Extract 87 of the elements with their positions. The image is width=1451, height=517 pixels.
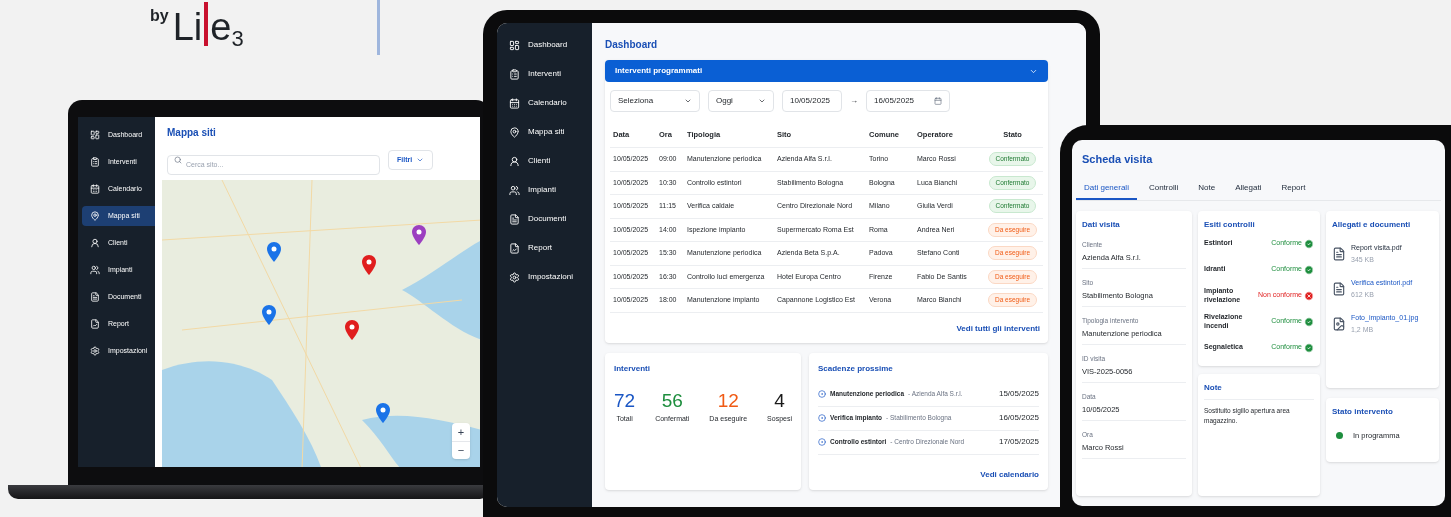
logo-text: e xyxy=(210,8,232,46)
document-icon xyxy=(1332,282,1346,296)
period-dropdown[interactable]: Oggi xyxy=(708,90,774,112)
deadline-date: 15/05/2025 xyxy=(998,388,1039,400)
chevron-down-icon xyxy=(416,156,425,164)
x-circle-icon xyxy=(1304,290,1314,301)
stat-value: 72 xyxy=(614,390,636,410)
card-title: Interventi xyxy=(614,362,651,375)
report-icon xyxy=(509,242,520,254)
end-date-field[interactable]: 16/05/2025 xyxy=(866,90,950,112)
check-circle-icon xyxy=(1304,342,1314,353)
search-icon xyxy=(174,156,182,164)
map-pin-icon[interactable] xyxy=(262,305,276,325)
user-icon xyxy=(509,155,520,167)
target-icon xyxy=(818,390,826,398)
page-title: Scheda visita xyxy=(1082,152,1154,167)
document-icon xyxy=(509,213,520,225)
stat-value: 4 xyxy=(774,390,785,410)
card-title: Note xyxy=(1204,381,1314,400)
card-title: Dati visita xyxy=(1082,218,1121,231)
page-title: Mappa siti xyxy=(167,126,217,140)
map-pin-icon xyxy=(90,211,100,221)
users-icon xyxy=(509,184,520,196)
start-date-field[interactable]: 10/05/2025 xyxy=(782,90,842,112)
user-icon xyxy=(90,238,100,248)
clipboard-icon xyxy=(90,157,100,167)
deadline-date: 17/05/2025 xyxy=(998,436,1039,448)
logo-subscript: 3 xyxy=(231,28,244,50)
chevron-down-icon xyxy=(758,97,766,105)
card-title: Stato intervento xyxy=(1332,405,1394,418)
target-icon xyxy=(818,414,826,422)
sidebar-item[interactable]: Documenti xyxy=(501,209,588,229)
sidebar-item[interactable]: Dashboard xyxy=(501,35,588,55)
chevron-down-icon xyxy=(684,97,692,105)
logo-by: by xyxy=(150,6,169,26)
dashboard-icon xyxy=(509,39,520,51)
dashboard-icon xyxy=(90,130,100,140)
map-pin-icon[interactable] xyxy=(345,320,359,340)
logo-text: Li xyxy=(172,8,203,46)
calendar-icon xyxy=(934,97,942,105)
deadline-date: 16/05/2025 xyxy=(998,412,1039,424)
check-circle-icon xyxy=(1304,316,1314,327)
document-icon xyxy=(90,292,100,302)
settings-icon xyxy=(90,346,100,356)
card-title: Scadenze prossime xyxy=(818,362,894,375)
type-dropdown[interactable]: Seleziona xyxy=(610,90,700,112)
check-circle-icon xyxy=(1304,264,1314,275)
stat-value: 56 xyxy=(661,390,683,410)
calendar-icon xyxy=(90,184,100,194)
stat-value: 12 xyxy=(717,390,739,410)
map-pin-icon[interactable] xyxy=(362,255,376,275)
sidebar-item[interactable]: Interventi xyxy=(501,64,588,84)
check-circle-icon xyxy=(1304,238,1314,249)
panel-header[interactable]: Interventi programmati xyxy=(605,60,1048,82)
settings-icon xyxy=(509,271,520,283)
tab[interactable]: Note xyxy=(1190,177,1224,200)
tab[interactable]: Controlli xyxy=(1140,177,1187,200)
tab[interactable]: Allegati xyxy=(1227,177,1270,200)
calendar-icon xyxy=(509,97,520,109)
map-pin-icon xyxy=(509,126,520,138)
zoom-out-button[interactable]: − xyxy=(452,441,470,459)
sidebar-item[interactable]: Impianti xyxy=(501,180,588,200)
map-pin-icon[interactable] xyxy=(267,242,281,262)
clipboard-icon xyxy=(509,68,520,80)
logo-bar xyxy=(204,2,209,46)
sidebar-item[interactable]: Mappa siti xyxy=(501,122,588,142)
tab[interactable]: Dati generali xyxy=(1076,177,1137,200)
tab[interactable]: Report xyxy=(1273,177,1314,200)
range-arrow: → xyxy=(850,95,858,107)
image-file-icon xyxy=(1332,317,1346,331)
users-icon xyxy=(90,265,100,275)
calendar-link[interactable]: Vedi calendario xyxy=(980,468,1039,481)
vertical-rule xyxy=(377,0,380,55)
card-title: Allegati e documenti xyxy=(1332,218,1412,231)
map-pin-icon[interactable] xyxy=(412,225,426,245)
sidebar-item[interactable]: Impostazioni xyxy=(501,267,588,287)
view-all-link[interactable]: Vedi tutti gli interventi xyxy=(956,322,1040,335)
zoom-in-button[interactable]: + xyxy=(452,423,470,441)
report-icon xyxy=(90,319,100,329)
target-icon xyxy=(818,438,826,446)
sidebar-item[interactable]: Clienti xyxy=(501,151,588,171)
card-title: Esiti controlli xyxy=(1204,218,1256,231)
sidebar-item[interactable]: Calendario xyxy=(501,93,588,113)
page-title: Dashboard xyxy=(605,38,659,52)
document-icon xyxy=(1332,247,1346,261)
sidebar-item[interactable]: Report xyxy=(501,238,588,258)
map-pin-icon[interactable] xyxy=(376,403,390,423)
